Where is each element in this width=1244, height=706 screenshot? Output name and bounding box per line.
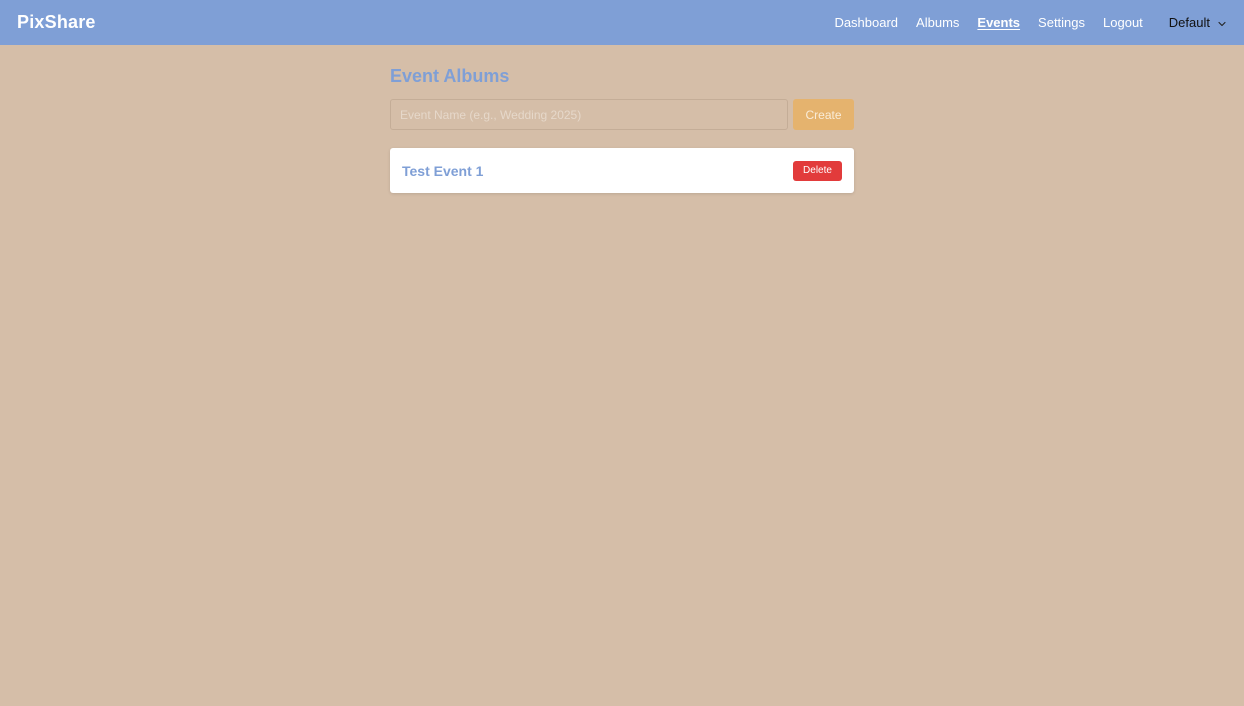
- main-content: Event Albums Create Test Event 1 Delete: [390, 64, 854, 193]
- nav-link-settings[interactable]: Settings: [1038, 15, 1085, 30]
- nav-link-logout[interactable]: Logout: [1103, 15, 1143, 30]
- top-navbar: PixShare Dashboard Albums Events Setting…: [0, 0, 1244, 45]
- event-name-link[interactable]: Test Event 1: [402, 163, 483, 179]
- nav-link-dashboard[interactable]: Dashboard: [834, 15, 898, 30]
- brand-logo[interactable]: PixShare: [17, 12, 96, 33]
- event-name-input[interactable]: [390, 99, 788, 130]
- delete-event-button[interactable]: Delete: [793, 160, 842, 181]
- theme-select[interactable]: Default: [1169, 15, 1227, 30]
- chevron-down-icon: [1217, 17, 1227, 27]
- page-title: Event Albums: [390, 66, 510, 86]
- event-card: Test Event 1 Delete: [390, 148, 854, 193]
- create-button[interactable]: Create: [793, 99, 854, 130]
- nav-link-events[interactable]: Events: [977, 15, 1020, 30]
- main-nav: Dashboard Albums Events Settings Logout: [834, 15, 1142, 30]
- theme-select-value: Default: [1168, 15, 1210, 30]
- nav-link-albums[interactable]: Albums: [916, 15, 959, 30]
- create-event-form: Create: [390, 99, 854, 130]
